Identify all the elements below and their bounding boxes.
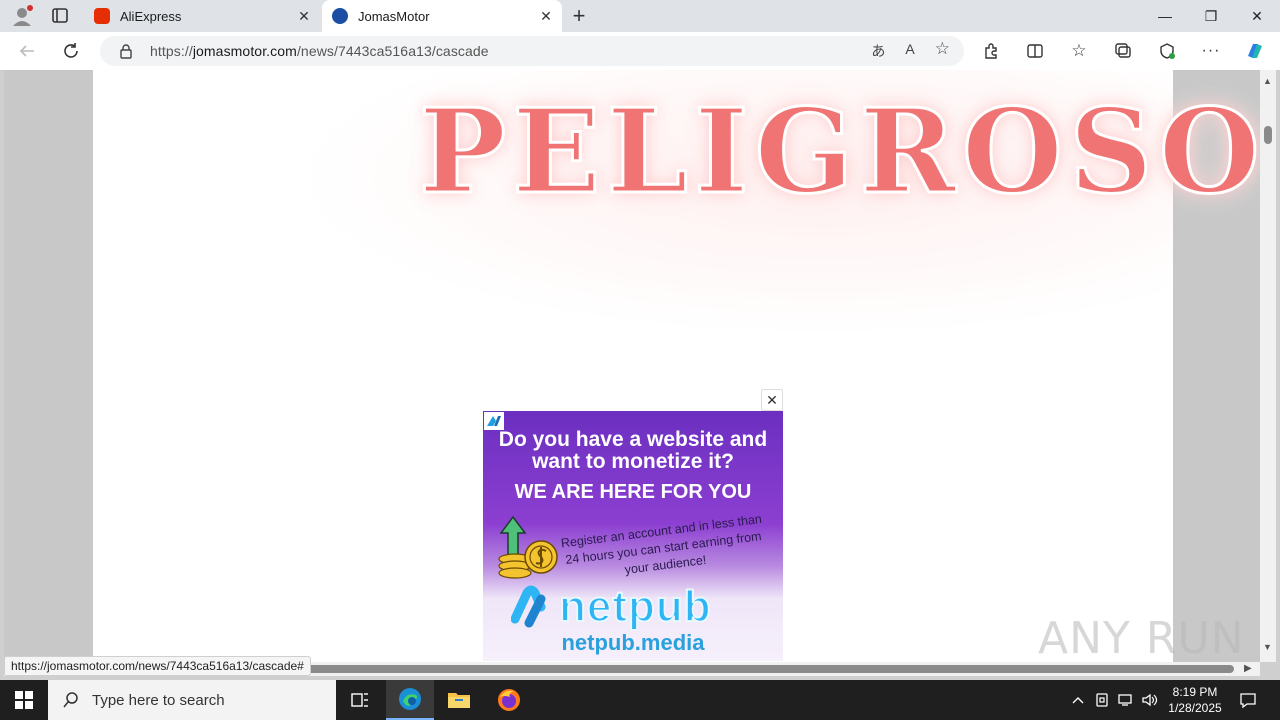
ad-subheadline: WE ARE HERE FOR YOU — [514, 481, 752, 503]
notifications-icon[interactable] — [1234, 680, 1262, 720]
vertical-scrollbar[interactable]: ▲ ▼ — [1260, 70, 1276, 662]
ad-close-button[interactable]: ✕ — [761, 389, 783, 411]
new-tab-button[interactable]: + — [568, 5, 590, 28]
vertical-scroll-thumb[interactable] — [1264, 126, 1272, 144]
task-view-icon[interactable] — [336, 680, 384, 720]
anyrun-watermark: ANY RUN — [1038, 608, 1245, 668]
aliexpress-favicon-icon — [94, 8, 110, 24]
restore-button[interactable]: ❐ — [1188, 0, 1234, 32]
search-placeholder: Type here to search — [92, 691, 225, 709]
close-window-button[interactable]: ✕ — [1234, 0, 1280, 32]
scroll-right-icon[interactable]: ▶ — [1244, 663, 1252, 674]
device-icon[interactable] — [1092, 680, 1112, 720]
tab-title: AliExpress — [120, 8, 182, 24]
windows-taskbar: Type here to search 8:19 PM 1/28/2025 — [0, 680, 1280, 720]
firefox-icon[interactable] — [485, 680, 533, 720]
edge-taskbar-icon[interactable] — [386, 680, 434, 720]
browser-essentials-icon[interactable] — [1154, 38, 1180, 64]
jomasmotor-favicon-icon — [332, 8, 348, 24]
extensions-icon[interactable] — [978, 38, 1004, 64]
lock-icon[interactable] — [118, 43, 134, 59]
favorite-star-icon[interactable]: ☆ — [935, 40, 950, 61]
network-icon[interactable] — [1116, 680, 1136, 720]
tab-strip: AliExpress ✕ JomasMotor ✕ + — ❐ ✕ — [0, 0, 1280, 32]
ad-body-text: Register an account and in less than 24 … — [560, 511, 763, 577]
tab-close-icon[interactable]: ✕ — [538, 8, 554, 24]
ad-brand: netpub — [558, 581, 712, 632]
watermark-text: ANY RUN — [1038, 612, 1245, 664]
windows-start-icon[interactable] — [0, 680, 48, 720]
clock-time: 8:19 PM — [1172, 685, 1218, 699]
tab-title: JomasMotor — [358, 8, 430, 24]
tab-actions-icon[interactable] — [48, 6, 72, 26]
favorites-icon[interactable]: ☆ — [1066, 38, 1092, 64]
back-icon[interactable] — [14, 38, 40, 64]
ad-domain: netpub.media — [561, 630, 705, 655]
more-options-icon[interactable]: ··· — [1198, 38, 1224, 64]
translate-icon[interactable]: あ — [871, 41, 885, 61]
minimize-button[interactable]: — — [1142, 0, 1188, 32]
refresh-icon[interactable] — [58, 38, 84, 64]
link-status-bar: https://jomasmotor.com/news/7443ca516a13… — [4, 656, 311, 676]
netpub-logo: netpub — [511, 581, 712, 632]
scroll-up-icon[interactable]: ▲ — [1263, 76, 1272, 86]
url-text[interactable]: https://jomasmotor.com/news/7443ca516a13… — [150, 43, 489, 59]
file-explorer-icon[interactable] — [435, 680, 483, 720]
scroll-down-icon[interactable]: ▼ — [1263, 642, 1272, 652]
tab-jomasmotor[interactable]: JomasMotor ✕ — [322, 0, 562, 32]
netpub-ad[interactable]: Do you have a website and want to moneti… — [483, 411, 783, 661]
browser-toolbar: https://jomasmotor.com/news/7443ca516a13… — [0, 32, 1280, 70]
hero-title: PELIGROSO! — [418, 83, 1260, 222]
show-hidden-icons-icon[interactable] — [1068, 680, 1088, 720]
netpub-mark-icon — [511, 585, 546, 628]
taskbar-search[interactable]: Type here to search — [48, 680, 336, 720]
tab-aliexpress[interactable]: AliExpress ✕ — [84, 0, 320, 32]
ad-headline: Do you have a website and want to moneti… — [498, 428, 768, 473]
profile-icon[interactable] — [8, 4, 36, 28]
read-aloud-icon[interactable]: A — [905, 41, 914, 61]
coins-arrow-icon — [495, 511, 561, 581]
clock-date: 1/28/2025 — [1168, 701, 1222, 715]
copilot-icon[interactable] — [1242, 38, 1268, 64]
address-bar[interactable]: https://jomasmotor.com/news/7443ca516a13… — [100, 36, 964, 66]
taskbar-clock[interactable]: 8:19 PM 1/28/2025 — [1160, 684, 1230, 716]
search-icon — [62, 691, 80, 709]
split-screen-icon[interactable] — [1022, 38, 1048, 64]
tab-close-icon[interactable]: ✕ — [296, 8, 312, 24]
collections-icon[interactable] — [1110, 38, 1136, 64]
volume-icon[interactable] — [1140, 680, 1160, 720]
hero-banner: PELIGROSO! — [293, 70, 1260, 336]
